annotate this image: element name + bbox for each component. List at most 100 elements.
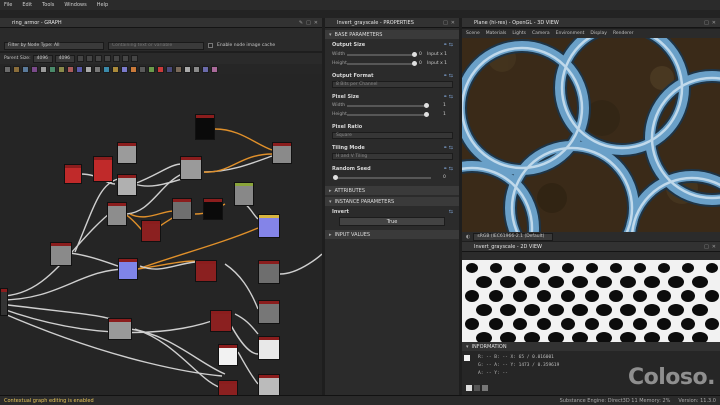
- frame-icon[interactable]: [85, 55, 93, 62]
- attributes-header[interactable]: ▸ ATTRIBUTES: [325, 186, 459, 195]
- graph-node[interactable]: [258, 374, 280, 395]
- graph-node[interactable]: [210, 310, 232, 332]
- input-values-header[interactable]: ▸ INPUT VALUES: [325, 230, 459, 239]
- graph-node[interactable]: [258, 336, 280, 360]
- value-node-icon[interactable]: [193, 65, 200, 73]
- pixel-ratio-dropdown[interactable]: Square: [332, 132, 453, 139]
- direction-node-icon[interactable]: [49, 65, 56, 73]
- link-icon[interactable]: ⚭ ⇆: [443, 166, 453, 172]
- cache-checkbox[interactable]: [208, 43, 213, 48]
- menu-windows[interactable]: Windows: [64, 2, 86, 8]
- input-node-icon[interactable]: [184, 65, 191, 73]
- graph-node[interactable]: [218, 344, 238, 366]
- close-icon[interactable]: ✕: [712, 20, 716, 26]
- menu-tools[interactable]: Tools: [42, 2, 54, 8]
- view3d-menu-renderer[interactable]: Renderer: [613, 31, 634, 36]
- graph-node[interactable]: [234, 182, 254, 206]
- link-icon[interactable]: [76, 55, 84, 62]
- graph-node[interactable]: [172, 198, 192, 220]
- transform-node-icon[interactable]: [148, 65, 155, 73]
- menu-file[interactable]: File: [4, 2, 12, 8]
- tiling-mode-dropdown[interactable]: H and V Tiling: [332, 153, 453, 160]
- text-node-icon[interactable]: [211, 65, 218, 73]
- graph-node[interactable]: [93, 156, 113, 182]
- instance-parameters-header[interactable]: ▾ INSTANCE PARAMETERS: [325, 197, 459, 206]
- information-header[interactable]: ▾ INFORMATION: [462, 342, 720, 351]
- svg-node-icon[interactable]: [202, 65, 209, 73]
- blend-node-icon[interactable]: [13, 65, 20, 73]
- graph-node[interactable]: [195, 260, 217, 282]
- grayscale-node-icon[interactable]: [94, 65, 101, 73]
- close-icon[interactable]: ✕: [712, 244, 716, 250]
- menu-help[interactable]: Help: [97, 2, 108, 8]
- graph-node[interactable]: [108, 318, 132, 340]
- graph-node-selected[interactable]: [258, 214, 280, 238]
- graph-node[interactable]: [272, 142, 292, 164]
- view2d-viewport[interactable]: [462, 260, 720, 342]
- slider-knob[interactable]: [424, 112, 429, 117]
- zoom-fit-icon[interactable]: [112, 55, 120, 62]
- graph-search-input[interactable]: [108, 41, 204, 50]
- graph-node-input[interactable]: [0, 288, 8, 316]
- link-icon[interactable]: ⚭ ⇆: [443, 73, 453, 79]
- output-height-slider[interactable]: [347, 63, 415, 65]
- maximize-icon[interactable]: □: [704, 244, 709, 250]
- sharpen-node-icon[interactable]: [139, 65, 146, 73]
- maximize-icon[interactable]: □: [443, 20, 448, 26]
- gradient-node-icon[interactable]: [85, 65, 92, 73]
- channel-node-icon[interactable]: [31, 65, 38, 73]
- atomic-node-icon[interactable]: [4, 65, 11, 73]
- graph-node[interactable]: [258, 260, 280, 284]
- grid-icon[interactable]: [121, 55, 129, 62]
- graph-canvas[interactable]: [0, 74, 322, 395]
- pixel-width-slider[interactable]: [347, 105, 427, 107]
- base-parameters-header[interactable]: ▾ BASE PARAMETERS: [325, 30, 459, 39]
- emboss-node-icon[interactable]: [67, 65, 74, 73]
- close-icon[interactable]: ✕: [451, 20, 455, 26]
- view3d-menu-materials[interactable]: Materials: [486, 31, 507, 36]
- link-icon[interactable]: ⇆: [449, 209, 453, 215]
- view3d-menu-environment[interactable]: Environment: [556, 31, 585, 36]
- blur-node-icon[interactable]: [22, 65, 29, 73]
- parent-size-width[interactable]: 4096: [32, 54, 53, 63]
- graph-node[interactable]: [141, 220, 161, 242]
- warp-node-icon[interactable]: [166, 65, 173, 73]
- graph-node[interactable]: [117, 174, 137, 196]
- pixel-height-slider[interactable]: [347, 114, 427, 116]
- link-icon[interactable]: ⚭ ⇆: [443, 145, 453, 151]
- graph-node[interactable]: [117, 142, 137, 164]
- node-type-filter[interactable]: Filter by Node Type: All: [4, 41, 104, 50]
- graph-node[interactable]: [180, 156, 202, 180]
- graph-node[interactable]: [195, 114, 215, 140]
- align-icon[interactable]: [103, 55, 111, 62]
- view3d-viewport[interactable]: [462, 38, 720, 232]
- snap-icon[interactable]: [130, 55, 138, 62]
- parent-size-height[interactable]: 4096: [54, 54, 75, 63]
- invert-toggle-button[interactable]: True: [339, 217, 445, 226]
- slider-knob[interactable]: [333, 175, 338, 180]
- graph-node[interactable]: [118, 258, 138, 280]
- normal-node-icon[interactable]: [121, 65, 128, 73]
- view3d-menu-scene[interactable]: Scene: [466, 31, 480, 36]
- colorspace-dropdown[interactable]: sRGB (IEC61966-2.1 (Default): [473, 232, 554, 241]
- maximize-icon[interactable]: □: [704, 20, 709, 26]
- link-icon[interactable]: ⚭ ⇆: [443, 94, 453, 100]
- view3d-menu-camera[interactable]: Camera: [532, 31, 550, 36]
- view3d-menu-display[interactable]: Display: [590, 31, 607, 36]
- graph-node[interactable]: [64, 164, 82, 184]
- rgb-channel-icon[interactable]: [466, 385, 472, 391]
- pin-icon[interactable]: ✎: [299, 20, 303, 26]
- pixel-node-icon[interactable]: [130, 65, 137, 73]
- output-format-dropdown[interactable]: 8 Bits per Channel: [332, 81, 453, 88]
- random-seed-slider[interactable]: [335, 177, 431, 179]
- alpha-channel-icon[interactable]: [474, 385, 480, 391]
- graph-node[interactable]: [203, 198, 223, 220]
- output-width-slider[interactable]: [347, 54, 415, 56]
- menu-edit[interactable]: Edit: [22, 2, 32, 8]
- comment-icon[interactable]: [94, 55, 102, 62]
- uniform-color-node-icon[interactable]: [157, 65, 164, 73]
- distance-node-icon[interactable]: [58, 65, 65, 73]
- graph-node[interactable]: [50, 242, 72, 266]
- link-icon[interactable]: ⚭ ⇆: [443, 42, 453, 48]
- slider-knob[interactable]: [424, 103, 429, 108]
